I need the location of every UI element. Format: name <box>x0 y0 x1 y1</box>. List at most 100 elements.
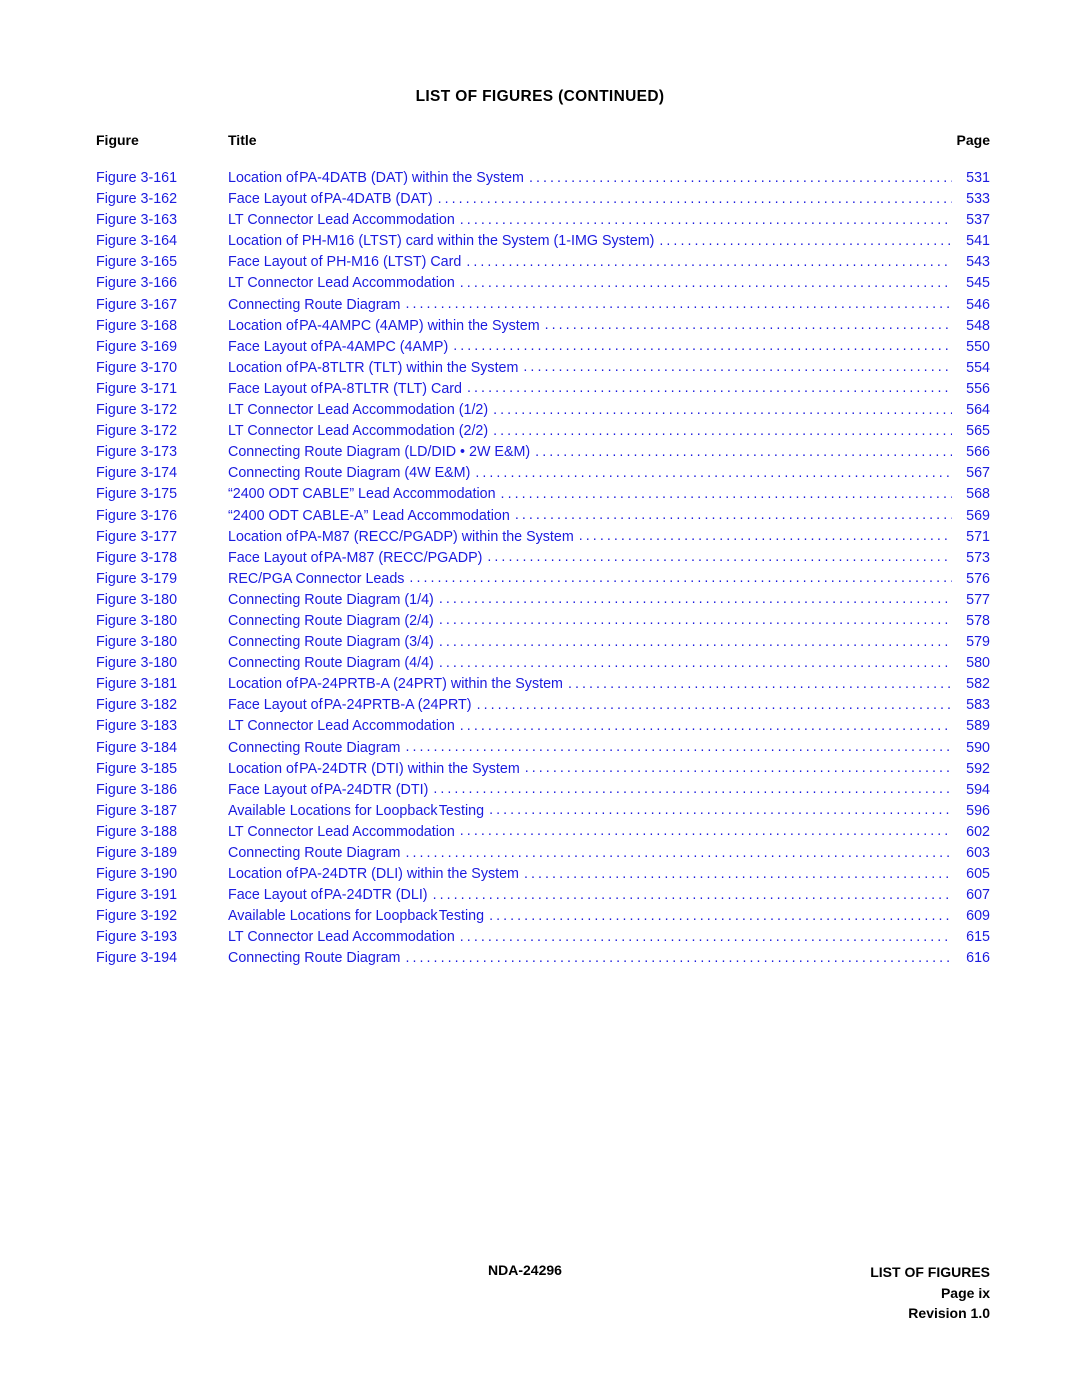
figure-number: Figure 3-171 <box>96 380 178 397</box>
leader-dots: ........................................… <box>459 274 952 291</box>
leader-dots: ........................................… <box>476 696 952 713</box>
table-row[interactable]: Figure 3-165 Face Layout of PH-M16 (LTST)… <box>96 252 990 273</box>
table-row[interactable]: Figure 3-172 LT Connector Lead Accommodat… <box>96 400 990 421</box>
figure-entry-body: Face Layout of PA-4DATB (DAT)...........… <box>228 189 990 210</box>
figure-entry-body: Location of PA-24DTR (DLI) within the Sy… <box>228 864 990 885</box>
figure-number: Figure 3-177 <box>96 528 178 545</box>
leader-dots: ........................................… <box>432 886 952 903</box>
page-number: 602 <box>966 823 990 840</box>
figure-title: Location of PA-M87 (RECC/PGADP) within t… <box>228 528 574 545</box>
page-number: 556 <box>966 380 990 397</box>
figure-entry-body: Connecting Route Diagram................… <box>228 295 990 316</box>
figure-title: Location of PA-4DATB (DAT) within the Sy… <box>228 170 524 186</box>
figure-title: Face Layout of PA-24DTR (DLI) <box>228 887 428 904</box>
page-number: 548 <box>966 317 990 334</box>
table-row[interactable]: Figure 3-168 Location of PA-4AMPC (4AMP) … <box>96 316 990 337</box>
table-row[interactable]: Figure 3-177 Location of PA-M87 (RECC/PGA… <box>96 527 990 548</box>
figure-number: Figure 3-166 <box>96 275 178 292</box>
table-row[interactable]: Figure 3-164 Location of PH-M16 (LTST) ca… <box>96 231 990 252</box>
leader-dots: ........................................… <box>459 211 952 228</box>
table-row[interactable]: Figure 3-194 Connecting Route Diagram....… <box>96 948 990 969</box>
table-row[interactable]: Figure 3-161 Location of PA-4DATB (DAT) w… <box>96 168 990 189</box>
list-of-figures-table: Figure 3-161 Location of PA-4DATB (DAT) w… <box>96 168 990 970</box>
figure-title: LT Connector Lead Accommodation <box>228 929 455 946</box>
figure-entry-body: Face Layout of PA-24PRTB-A (24PRT)......… <box>228 695 990 716</box>
table-row[interactable]: Figure 3-188 LT Connector Lead Accommodat… <box>96 822 990 843</box>
table-row[interactable]: Figure 3-180 Connecting Route Diagram (3/… <box>96 632 990 653</box>
figure-title: Available Locations for Loopback Testing <box>228 802 485 819</box>
page-number: 577 <box>966 591 990 608</box>
table-row[interactable]: Figure 3-167 Connecting Route Diagram....… <box>96 295 990 316</box>
page-number: 565 <box>966 423 990 440</box>
figure-number: Figure 3-186 <box>96 781 178 798</box>
figure-number: Figure 3-164 <box>96 233 178 250</box>
page-number: 589 <box>966 718 990 735</box>
page-number: 541 <box>966 233 990 250</box>
table-row[interactable]: Figure 3-180 Connecting Route Diagram (1/… <box>96 590 990 611</box>
table-row[interactable]: Figure 3-186 Face Layout of PA-24DTR (DTI… <box>96 780 990 801</box>
table-row[interactable]: Figure 3-183 LT Connector Lead Accommodat… <box>96 716 990 737</box>
figure-title: REC/PGA Connector Leads <box>228 570 405 587</box>
page-number: 566 <box>966 444 990 461</box>
figure-entry-body: LT Connector Lead Accommodation.........… <box>228 822 990 843</box>
table-row[interactable]: Figure 3-176 “2400 ODT CABLE-A” Lead Acco… <box>96 506 990 527</box>
table-row[interactable]: Figure 3-162 Face Layout of PA-4DATB (DAT… <box>96 189 990 210</box>
figure-title: Connecting Route Diagram (LD/DID • 2W E&… <box>228 444 531 461</box>
page-number: 576 <box>966 570 990 587</box>
leader-dots: ........................................… <box>514 507 952 523</box>
table-row[interactable]: Figure 3-179 REC/PGA Connector Leads.....… <box>96 569 990 590</box>
figure-entry-body: Connecting Route Diagram (2/4)..........… <box>228 611 990 632</box>
table-row[interactable]: Figure 3-169 Face Layout of PA-4AMPC (4AM… <box>96 337 990 358</box>
table-row[interactable]: Figure 3-173 Connecting Route Diagram (LD… <box>96 442 990 463</box>
figure-number: Figure 3-170 <box>96 359 178 376</box>
table-row[interactable]: Figure 3-189 Connecting Route Diagram....… <box>96 843 990 864</box>
table-row[interactable]: Figure 3-180 Connecting Route Diagram (4/… <box>96 653 990 674</box>
table-row[interactable]: Figure 3-192 Available Locations for Loop… <box>96 906 990 927</box>
table-row[interactable]: Figure 3-175 “2400 ODT CABLE” Lead Accomm… <box>96 484 990 505</box>
figure-title: Connecting Route Diagram (3/4) <box>228 634 434 651</box>
document-page: LIST OF FIGURES (CONTINUED) Figure Title… <box>0 0 1080 1397</box>
table-row[interactable]: Figure 3-170 Location of PA-8TLTR (TLT) w… <box>96 358 990 379</box>
table-row[interactable]: Figure 3-191 Face Layout of PA-24DTR (DLI… <box>96 885 990 906</box>
table-row[interactable]: Figure 3-166 LT Connector Lead Accommodat… <box>96 273 990 294</box>
table-row[interactable]: Figure 3-187 Available Locations for Loop… <box>96 801 990 822</box>
table-row[interactable]: Figure 3-163 LT Connector Lead Accommodat… <box>96 210 990 231</box>
figure-title: Location of PA-24PRTB-A (24PRT) within t… <box>228 676 563 693</box>
table-row[interactable]: Figure 3-174 Connecting Route Diagram (4W… <box>96 463 990 484</box>
page-number: 543 <box>966 254 990 271</box>
figure-title: Location of PH-M16 (LTST) card within th… <box>228 233 655 250</box>
table-row[interactable]: Figure 3-185 Location of PA-24DTR (DTI) w… <box>96 759 990 780</box>
table-row[interactable]: Figure 3-172 LT Connector Lead Accommodat… <box>96 421 990 442</box>
figure-number: Figure 3-181 <box>96 676 178 693</box>
leader-dots: ........................................… <box>535 443 952 460</box>
table-row[interactable]: Figure 3-184 Connecting Route Diagram....… <box>96 738 990 759</box>
figure-entry-body: Available Locations for Loopback Testing… <box>228 906 990 927</box>
table-row[interactable]: Figure 3-181 Location of PA-24PRTB-A (24P… <box>96 674 990 695</box>
table-row[interactable]: Figure 3-193 LT Connector Lead Accommodat… <box>96 927 990 948</box>
leader-dots: ........................................… <box>487 549 952 566</box>
leader-dots: ........................................… <box>528 169 952 186</box>
figure-number: Figure 3-167 <box>96 296 178 313</box>
leader-dots: ........................................… <box>493 422 952 439</box>
figure-number: Figure 3-187 <box>96 802 178 819</box>
table-row[interactable]: Figure 3-182 Face Layout of PA-24PRTB-A (… <box>96 695 990 716</box>
table-row[interactable]: Figure 3-171 Face Layout of PA-8TLTR (TLT… <box>96 379 990 400</box>
figure-entry-body: LT Connector Lead Accommodation.........… <box>228 273 990 294</box>
footer-document-id: NDA-24296 <box>488 1262 562 1278</box>
figure-title: Face Layout of PA-4DATB (DAT) <box>228 191 433 208</box>
figure-number: Figure 3-190 <box>96 866 178 883</box>
footer-revision: Revision 1.0 <box>908 1305 990 1321</box>
figure-title: Location of PA-8TLTR (TLT) within the Sy… <box>228 359 519 376</box>
figure-title: LT Connector Lead Accommodation <box>228 718 455 735</box>
table-row[interactable]: Figure 3-180 Connecting Route Diagram (2/… <box>96 611 990 632</box>
table-row[interactable]: Figure 3-178 Face Layout of PA-M87 (RECC/… <box>96 548 990 569</box>
figure-entry-body: Location of PH-M16 (LTST) card within th… <box>228 231 990 252</box>
table-row[interactable]: Figure 3-190 Location of PA-24DTR (DLI) w… <box>96 864 990 885</box>
figure-number: Figure 3-180 <box>96 655 178 672</box>
figure-title: Connecting Route Diagram (4W E&M) <box>228 465 471 482</box>
figure-title: “2400 ODT CABLE-A” Lead Accommodation <box>228 507 510 524</box>
page-number: 615 <box>966 929 990 946</box>
page-number: 564 <box>966 402 990 419</box>
figure-entry-body: Face Layout of PH-M16 (LTST) Card.......… <box>228 252 990 273</box>
leader-dots: ........................................… <box>459 823 952 840</box>
